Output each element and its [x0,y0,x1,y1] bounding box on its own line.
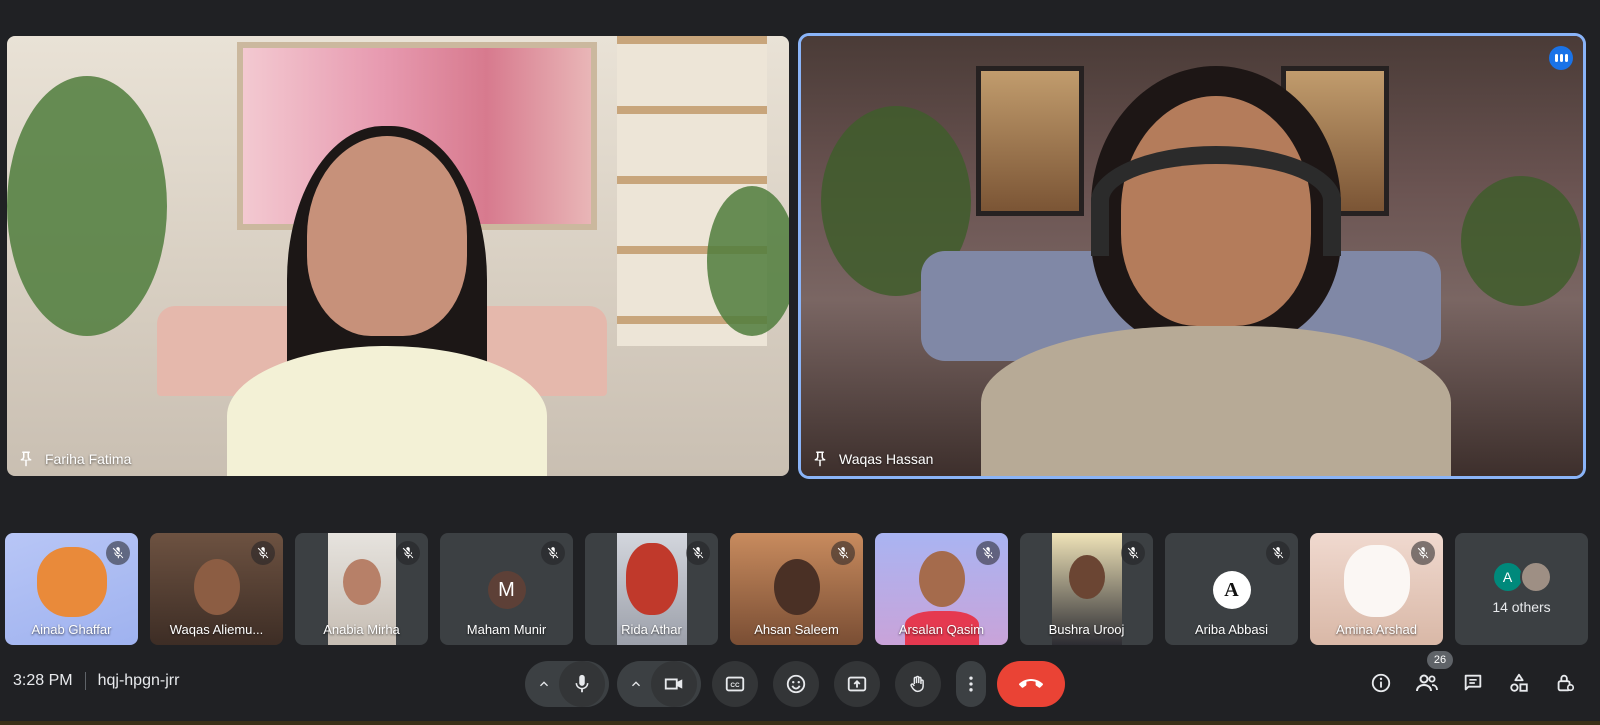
thumbnail-rida[interactable]: Rida Athar [585,533,718,645]
others-tile[interactable]: A 14 others [1455,533,1588,645]
others-avatars: A [1455,561,1588,593]
mic-off-icon [396,541,420,565]
mic-icon [571,673,593,695]
camera-button[interactable] [651,661,697,707]
window-bottom-edge [0,721,1600,725]
thumbnail-anabia[interactable]: Anabia Mirha [295,533,428,645]
pin-icon[interactable] [17,450,35,468]
participant-name-row: Waqas Hassan [811,450,933,468]
mic-off-icon [106,541,130,565]
pin-icon[interactable] [811,450,829,468]
current-time: 3:28 PM [13,672,73,689]
thumbnail-maham[interactable]: M Maham Munir [440,533,573,645]
divider [84,672,86,690]
participant-strip: Ainab Ghaffar Waqas Aliemu... Anabia Mir… [5,533,1595,645]
svg-text:CC: CC [730,682,740,689]
people-button[interactable] [1410,668,1444,702]
chevron-up-icon[interactable] [621,676,651,692]
thumbnail-waqas-aliemu[interactable]: Waqas Aliemu... [150,533,283,645]
thumbnail-ainab[interactable]: Ainab Ghaffar [5,533,138,645]
end-call-icon [1019,672,1043,696]
thumbnail-arsalan[interactable]: Arsalan Qasim [875,533,1008,645]
thumbnail-name: Amina Arshad [1336,622,1417,637]
participant-name-row: Fariha Fatima [17,450,131,468]
mic-off-icon [831,541,855,565]
mic-control-group [525,661,609,707]
thumbnail-bushra[interactable]: Bushra Urooj [1020,533,1153,645]
activities-button[interactable] [1502,668,1536,702]
avatar: A [1212,571,1251,609]
mic-button[interactable] [559,661,605,707]
mic-off-icon [686,541,710,565]
emoji-button[interactable] [773,661,819,707]
present-button[interactable] [834,661,880,707]
host-controls-icon [1554,672,1576,699]
thumbnail-amina[interactable]: Amina Arshad [1310,533,1443,645]
thumbnail-name: Bushra Urooj [1048,622,1125,637]
captions-button[interactable]: CC [712,661,758,707]
thumbnail-name: Ainab Ghaffar [31,622,112,637]
raise-hand-icon [907,673,929,695]
present-screen-icon [846,673,868,695]
more-vert-icon [961,674,981,694]
others-label: 14 others [1492,599,1551,615]
mic-off-icon [1121,541,1145,565]
mic-off-icon [251,541,275,565]
meeting-info: 3:28 PM hqj-hpgn-jrr [13,672,179,690]
info-icon [1370,672,1392,699]
people-icon [1415,671,1439,700]
video-tile-fariha[interactable]: Fariha Fatima [7,36,789,476]
thumbnail-name: Arsalan Qasim [898,622,985,637]
thumbnail-name: Waqas Aliemu... [169,622,264,637]
thumbnail-name: Ariba Abbasi [1195,622,1268,637]
avatar [1519,561,1552,593]
raise-hand-button[interactable] [895,661,941,707]
captions-icon: CC [724,673,746,695]
avatar: M [487,571,526,609]
video-feed [801,36,1583,476]
chat-button[interactable] [1456,668,1490,702]
people-count-badge: 26 [1427,651,1453,669]
host-controls-button[interactable] [1548,668,1582,702]
thumbnail-ahsan[interactable]: Ahsan Saleem [730,533,863,645]
more-options-button[interactable] [956,661,986,707]
mic-off-icon [1411,541,1435,565]
participant-name: Waqas Hassan [839,451,934,467]
mic-off-icon [541,541,565,565]
avatar: A [1491,561,1524,593]
camera-icon [663,673,685,695]
activities-icon [1508,672,1530,699]
thumbnail-name: Maham Munir [466,622,547,637]
thumbnail-name: Ahsan Saleem [754,622,839,637]
meeting-code: hqj-hpgn-jrr [97,672,180,689]
participant-name: Fariha Fatima [45,451,132,467]
camera-control-group [617,661,701,707]
thumbnail-ariba[interactable]: A Ariba Abbasi [1165,533,1298,645]
meeting-details-button[interactable] [1364,668,1398,702]
more-options-icon[interactable] [1549,46,1573,70]
mic-off-icon [1266,541,1290,565]
thumbnail-name: Rida Athar [621,622,682,637]
thumbnail-name: Anabia Mirha [323,622,400,637]
end-call-button[interactable] [997,661,1065,707]
chat-icon [1462,672,1484,699]
mic-off-icon [976,541,1000,565]
emoji-icon [785,673,807,695]
video-tile-waqas[interactable]: Waqas Hassan [801,36,1583,476]
chevron-up-icon[interactable] [529,676,559,692]
video-feed [7,36,789,476]
